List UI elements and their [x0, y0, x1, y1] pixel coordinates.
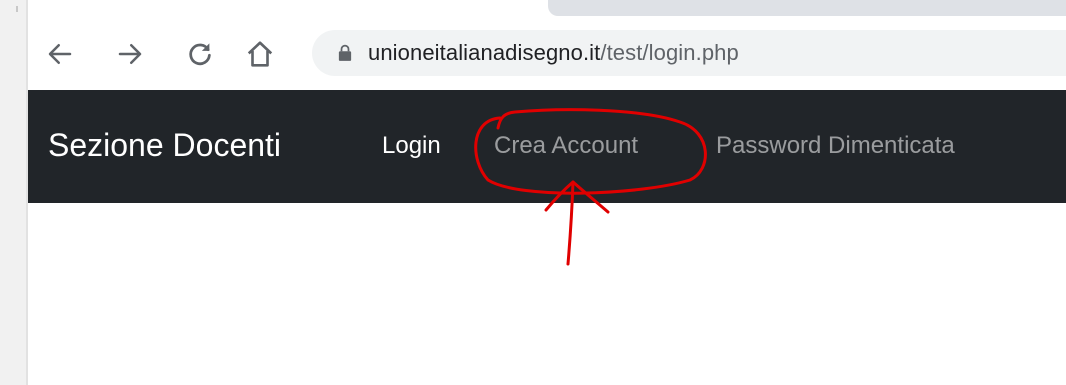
lock-icon — [338, 43, 354, 63]
nav-link-crea-account[interactable]: Crea Account — [494, 134, 638, 158]
nav-link-password-dimenticata[interactable]: Password Dimenticata — [716, 134, 955, 158]
url-text[interactable]: unioneitalianadisegno.it/test/login.php — [368, 40, 739, 66]
back-button[interactable] — [40, 34, 80, 74]
arrow-left-icon — [48, 44, 72, 64]
arrow-right-icon — [118, 44, 142, 64]
url-path: /test/login.php — [600, 40, 739, 65]
home-button[interactable] — [240, 34, 280, 74]
reload-icon — [189, 43, 211, 66]
url-domain: unioneitalianadisegno.it — [368, 40, 601, 65]
inactive-tab-area[interactable] — [548, 0, 1066, 16]
tab-strip — [28, 0, 1066, 16]
home-icon — [247, 41, 273, 67]
frame-notch — [16, 6, 18, 12]
screenshot: unioneitalianadisegno.it/test/login.php … — [0, 0, 1066, 385]
site-navbar: Sezione Docenti Login Crea Account Passw… — [28, 90, 1066, 203]
navbar-brand[interactable]: Sezione Docenti — [48, 129, 281, 161]
forward-button[interactable] — [110, 34, 150, 74]
window-frame-edge — [0, 0, 28, 385]
browser-toolbar: unioneitalianadisegno.it/test/login.php — [28, 16, 1066, 90]
address-bar[interactable]: unioneitalianadisegno.it/test/login.php — [312, 30, 1066, 76]
reload-button[interactable] — [180, 34, 220, 74]
nav-link-login[interactable]: Login — [382, 134, 441, 158]
